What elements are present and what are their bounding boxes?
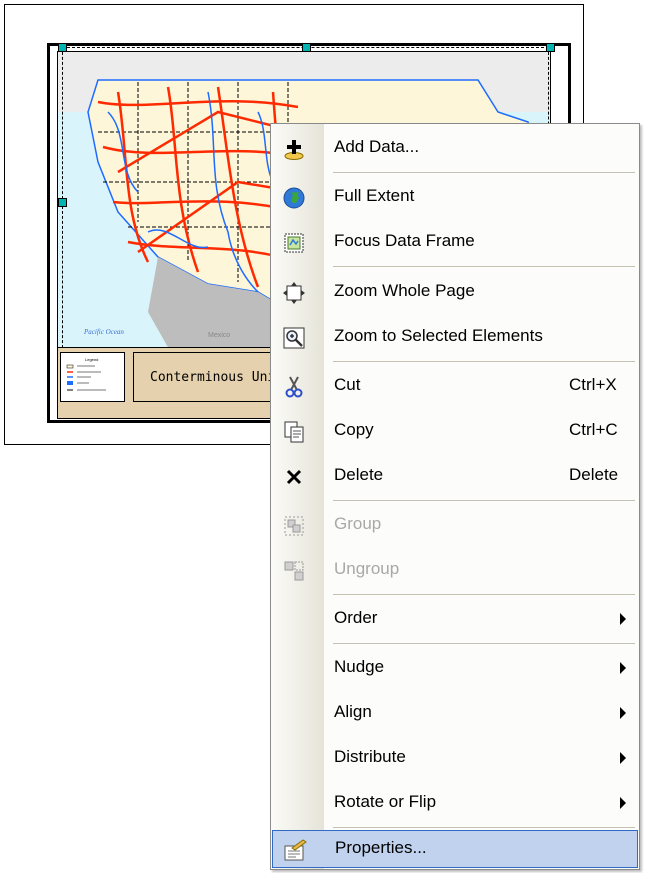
menu-item-properties[interactable]: Properties...: [272, 830, 638, 868]
focus-frame-icon: [281, 230, 307, 256]
svg-text:Legend: Legend: [85, 357, 98, 362]
group-icon: [281, 513, 307, 539]
menu-item-cut[interactable]: Cut Ctrl+X: [272, 364, 638, 409]
selection-handle-top-center[interactable]: [302, 43, 311, 52]
menu-item-zoom-whole-page[interactable]: Zoom Whole Page: [272, 270, 638, 315]
map-title[interactable]: Conterminous United States: [133, 352, 273, 402]
legend[interactable]: Legend: [60, 352, 125, 402]
menu-separator: [333, 361, 635, 362]
menu-item-order[interactable]: Order: [272, 597, 638, 642]
zoom-selected-icon: [281, 325, 307, 351]
menu-item-zoom-selected[interactable]: Zoom to Selected Elements: [272, 315, 638, 360]
add-data-icon: [281, 136, 307, 162]
zoom-whole-page-icon: [281, 280, 307, 306]
menu-item-rotate-or-flip[interactable]: Rotate or Flip: [272, 781, 638, 826]
submenu-arrow-icon: [620, 797, 626, 809]
submenu-arrow-icon: [620, 752, 626, 764]
globe-icon: [281, 185, 307, 211]
copy-icon: [281, 419, 307, 445]
ungroup-icon: [281, 558, 307, 584]
context-menu: Add Data... Full Extent Focus Data Frame: [270, 123, 640, 870]
menu-item-align[interactable]: Align: [272, 691, 638, 736]
submenu-arrow-icon: [620, 662, 626, 674]
menu-separator: [333, 266, 635, 267]
menu-separator: [333, 643, 635, 644]
menu-item-distribute[interactable]: Distribute: [272, 736, 638, 781]
submenu-arrow-icon: [620, 613, 626, 625]
menu-item-focus-data-frame[interactable]: Focus Data Frame: [272, 220, 638, 265]
menu-separator: [333, 500, 635, 501]
menu-item-nudge[interactable]: Nudge: [272, 646, 638, 691]
selection-handle-middle-left[interactable]: [58, 198, 67, 207]
menu-separator: [333, 172, 635, 173]
scissors-icon: [281, 374, 307, 400]
selection-handle-top-left[interactable]: [58, 43, 67, 52]
menu-separator: [333, 594, 635, 595]
selection-handle-top-right[interactable]: [546, 43, 555, 52]
menu-item-ungroup: Ungroup: [272, 548, 638, 593]
menu-item-full-extent[interactable]: Full Extent: [272, 175, 638, 220]
menu-item-copy[interactable]: Copy Ctrl+C: [272, 409, 638, 454]
menu-separator: [333, 827, 635, 828]
menu-item-group: Group: [272, 503, 638, 548]
menu-item-delete[interactable]: Delete Delete: [272, 454, 638, 499]
submenu-arrow-icon: [620, 707, 626, 719]
delete-icon: [281, 464, 307, 490]
menu-item-add-data[interactable]: Add Data...: [272, 126, 638, 171]
properties-icon: [282, 837, 308, 863]
